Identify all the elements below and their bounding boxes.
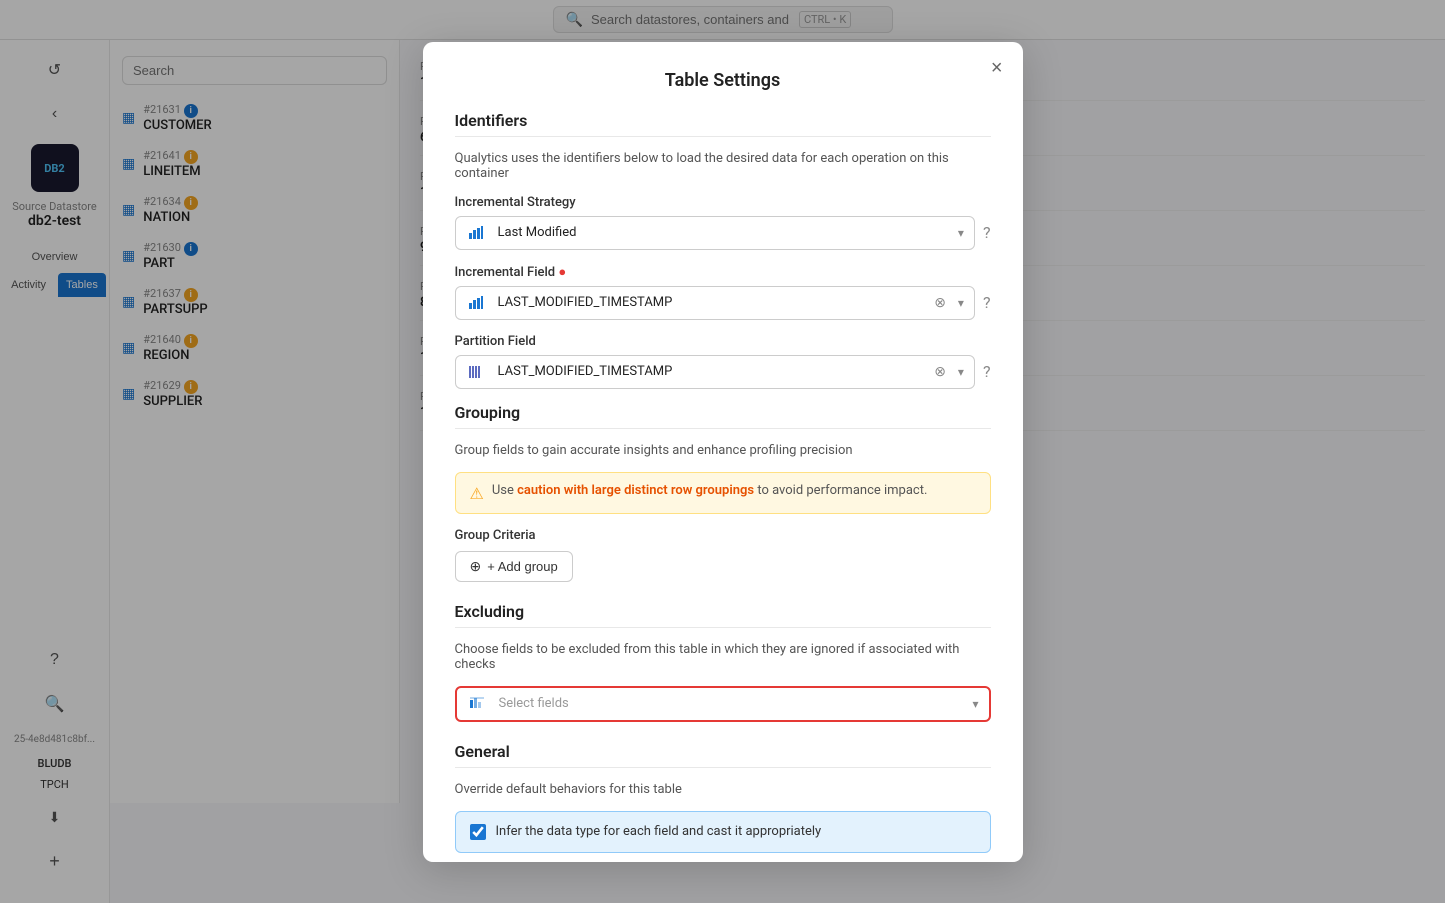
incremental-field-label: Incremental Field ● <box>455 264 991 280</box>
chevron-down-icon: ▾ <box>958 296 964 310</box>
incremental-field-help-icon[interactable]: ? <box>983 293 991 312</box>
incremental-strategy-select[interactable]: Last Modified ▾ <box>455 216 975 250</box>
incremental-strategy-row: Last Modified ▾ ? <box>455 216 991 250</box>
excluding-field-row: Select fields ▾ <box>455 686 991 722</box>
partition-icon <box>468 364 484 380</box>
chevron-down-icon: ▾ <box>958 226 964 240</box>
bar-chart-icon <box>468 295 484 311</box>
select-fields-placeholder: Select fields <box>499 696 953 711</box>
fields-select-icon <box>469 696 485 712</box>
add-group-label: + Add group <box>487 559 557 574</box>
general-divider <box>455 767 991 768</box>
partition-field-label: Partition Field <box>455 334 991 349</box>
table-settings-modal: × Table Settings Identifiers Qualytics u… <box>423 42 1023 862</box>
modal-close-button[interactable]: × <box>991 58 1003 78</box>
partition-field-row: LAST_MODIFIED_TIMESTAMP ⊗ ▾ ? <box>455 355 991 389</box>
identifiers-divider <box>455 136 991 137</box>
grouping-warning-box: ⚠ Use caution with large distinct row gr… <box>455 472 991 514</box>
incremental-field-row: LAST_MODIFIED_TIMESTAMP ⊗ ▾ ? <box>455 286 991 320</box>
modal-title: Table Settings <box>455 70 991 91</box>
incremental-strategy-help-icon[interactable]: ? <box>983 223 991 242</box>
warning-text: Use caution with large distinct row grou… <box>492 483 928 498</box>
grouping-section-title: Grouping <box>455 403 991 422</box>
chevron-down-icon: ▾ <box>958 365 964 379</box>
general-desc: Override default behaviors for this tabl… <box>455 782 991 797</box>
partition-field-select[interactable]: LAST_MODIFIED_TIMESTAMP ⊗ ▾ <box>455 355 975 389</box>
incremental-strategy-label: Incremental Strategy <box>455 195 991 210</box>
warning-icon: ⚠ <box>470 484 484 503</box>
grouping-desc: Group fields to gain accurate insights a… <box>455 443 991 458</box>
clear-partition-field-button[interactable]: ⊗ <box>934 364 946 380</box>
required-marker: ● <box>558 265 566 280</box>
incremental-field-value: LAST_MODIFIED_TIMESTAMP <box>498 295 938 310</box>
group-criteria-label: Group Criteria <box>455 528 991 543</box>
infer-datatype-label: Infer the data type for each field and c… <box>496 824 822 839</box>
warning-bold-text: caution with large distinct row grouping… <box>517 483 754 498</box>
modal-overlay: × Table Settings Identifiers Qualytics u… <box>0 0 1445 903</box>
partition-field-help-icon[interactable]: ? <box>983 362 991 381</box>
partition-field-value: LAST_MODIFIED_TIMESTAMP <box>498 364 938 379</box>
incremental-strategy-value: Last Modified <box>498 225 938 240</box>
infer-datatype-checkbox[interactable] <box>470 824 486 840</box>
identifiers-desc: Qualytics uses the identifiers below to … <box>455 151 991 181</box>
excluding-section-title: Excluding <box>455 602 991 621</box>
incremental-field-select[interactable]: LAST_MODIFIED_TIMESTAMP ⊗ ▾ <box>455 286 975 320</box>
excluding-divider <box>455 627 991 628</box>
general-section-title: General <box>455 742 991 761</box>
chevron-down-icon: ▾ <box>972 697 978 711</box>
bar-chart-icon <box>468 225 484 241</box>
select-fields-dropdown[interactable]: Select fields ▾ <box>455 686 991 722</box>
identifiers-section-title: Identifiers <box>455 111 991 130</box>
plus-icon: ⊕ <box>470 558 482 575</box>
clear-incremental-field-button[interactable]: ⊗ <box>934 295 946 311</box>
grouping-divider <box>455 428 991 429</box>
add-group-button[interactable]: ⊕ + Add group <box>455 551 573 582</box>
excluding-desc: Choose fields to be excluded from this t… <box>455 642 991 672</box>
infer-datatype-row: Infer the data type for each field and c… <box>455 811 991 853</box>
